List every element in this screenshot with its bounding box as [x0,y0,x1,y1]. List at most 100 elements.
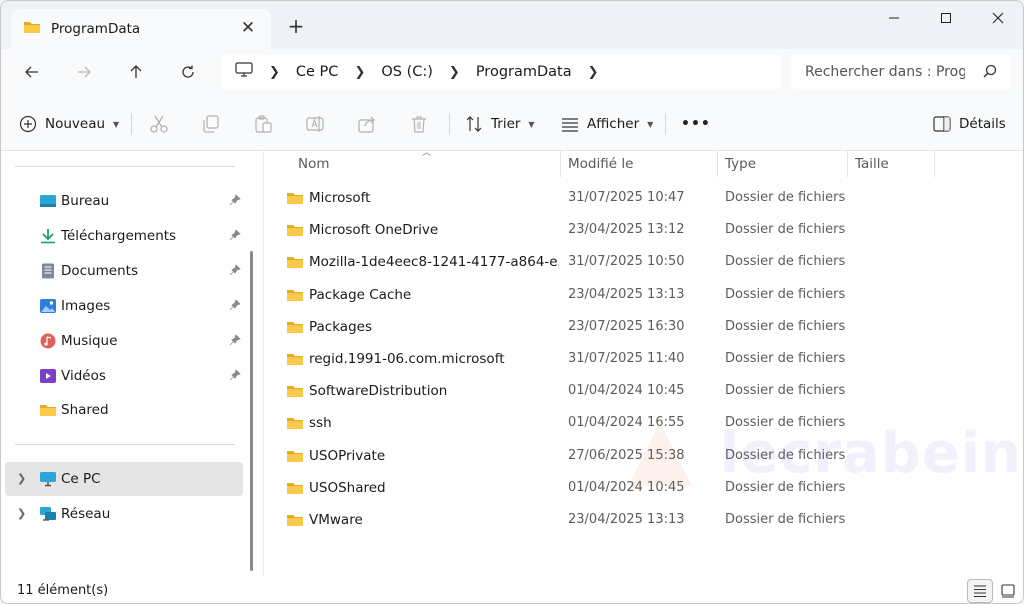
back-button[interactable] [17,59,47,85]
more-options-button[interactable]: ••• [681,111,711,137]
column-divider[interactable] [934,151,935,177]
table-row[interactable]: Package Cache 23/04/2025 13:13 Dossier de … [276,279,1016,311]
file-type: Dossier de fichiers [725,286,846,302]
breadcrumb-programdata[interactable]: ProgramData [476,64,572,80]
tiles-view-icon [1001,584,1015,598]
sidebar-item-videos[interactable]: Vidéos [5,359,243,393]
details-button[interactable]: Détails [933,111,1006,137]
new-button[interactable]: Nouveau ▼ [19,111,119,137]
rename-button[interactable] [305,111,325,137]
clipboard-icon [255,115,272,133]
column-divider[interactable] [717,151,718,177]
file-type: Dossier de fichiers [725,190,846,205]
chevron-right-icon[interactable]: ❯ [354,65,365,80]
table-row[interactable]: Mozilla-1de4eec8-1241-4177-a864-e594… 31/… [276,246,1016,278]
forward-button[interactable] [69,59,99,85]
minimize-button[interactable] [869,1,919,35]
sidebar-scrollbar[interactable] [250,251,253,571]
chevron-right-icon[interactable]: ❯ [588,65,599,80]
file-name: Package Cache [309,286,412,303]
chevron-right-icon[interactable]: ❯ [17,472,26,485]
modified-date: 01/04/2024 10:45 [568,383,685,399]
breadcrumb-ce-pc[interactable]: Ce PC [296,64,339,80]
item-count: 11 élément(s) [17,583,109,598]
pc-icon [39,471,57,487]
view-label: Afficher [587,116,640,132]
column-header-name[interactable]: Nom [298,151,330,177]
share-icon [358,116,375,133]
folder-icon [286,448,304,468]
refresh-button[interactable] [173,59,203,85]
videos-icon [39,368,57,384]
table-row[interactable]: SoftwareDistribution 01/04/2024 10:45 Doss… [276,375,1016,407]
chevron-right-icon[interactable]: ❯ [449,65,460,80]
chevron-right-icon[interactable]: ❯ [269,65,280,80]
up-button[interactable] [121,59,151,85]
details-view-button[interactable] [967,579,993,603]
search-input[interactable]: Rechercher dans : ProgramData [791,55,1011,89]
file-name: Mozilla-1de4eec8-1241-4177-a864-e594… [309,254,559,271]
chevron-down-icon: ▼ [647,119,654,129]
folder-icon [286,512,304,532]
pin-icon[interactable] [229,299,241,315]
table-row[interactable]: Microsoft 31/07/2025 10:47 Dossier de fich… [276,182,1016,214]
sidebar-item-ce-pc[interactable]: ❯ Ce PC [5,462,243,496]
chevron-right-icon[interactable]: ❯ [17,507,26,520]
sort-button[interactable]: Trier ▼ [465,111,535,137]
copy-icon [203,115,219,133]
modified-date: 31/07/2025 10:47 [568,190,685,205]
tab-programdata[interactable]: ProgramData ✕ [11,9,271,49]
paste-button[interactable] [253,111,273,137]
sidebar-item-musique[interactable]: Musique [5,324,243,358]
sidebar-item-documents[interactable]: Documents [5,254,243,288]
table-row[interactable]: regid.1991-06.com.microsoft 31/07/2025 11… [276,343,1016,375]
modified-date: 23/04/2025 13:13 [568,286,685,302]
view-lines-icon [562,118,578,132]
pin-icon[interactable] [229,264,241,280]
sidebar-item-telechargements[interactable]: Téléchargements [5,219,243,253]
pin-icon[interactable] [229,229,241,245]
folder-icon [286,254,304,274]
table-row[interactable]: USOShared 01/04/2024 10:45 Dossier de fich… [276,472,1016,504]
table-row[interactable]: VMware 23/04/2025 13:13 Dossier de fichier… [276,504,1016,536]
maximize-button[interactable] [921,1,971,35]
column-header-label: Modifié le [568,156,634,172]
pin-icon[interactable] [229,194,241,210]
address-bar[interactable]: ❯ Ce PC ❯ OS (C:) ❯ ProgramData ❯ [221,55,781,89]
sidebar-item-label: Ce PC [61,471,101,487]
table-row[interactable]: Packages 23/07/2025 16:30 Dossier de fichi… [276,311,1016,343]
column-header-size[interactable]: Taille [855,151,889,177]
table-row[interactable]: USOPrivate 27/06/2025 15:38 Dossier de fic… [276,440,1016,472]
sidebar-item-bureau[interactable]: Bureau [5,184,243,218]
modified-date: 31/07/2025 11:40 [568,351,685,366]
sort-icon [466,116,482,132]
sidebar-item-shared[interactable]: Shared [5,393,243,427]
sidebar-item-images[interactable]: Images [5,289,243,323]
share-button[interactable] [357,111,377,137]
tiles-view-button[interactable] [995,579,1021,603]
cut-button[interactable] [149,111,169,137]
close-window-button[interactable] [973,1,1023,35]
table-row[interactable]: ssh 01/04/2024 16:55 Dossier de fichiers [276,407,1016,439]
close-tab-icon[interactable]: ✕ [239,19,257,37]
search-icon[interactable] [983,64,997,82]
column-header-label: Type [725,156,757,172]
column-divider[interactable] [560,151,561,177]
column-header-type[interactable]: Type [725,151,756,177]
delete-button[interactable] [409,111,429,137]
table-row[interactable]: Microsoft OneDrive 23/04/2025 13:12 Dossie… [276,214,1016,246]
pin-icon[interactable] [229,334,241,350]
new-tab-button[interactable]: + [285,15,307,37]
file-type: Dossier de fichiers [725,383,846,399]
file-name: regid.1991-06.com.microsoft [309,351,505,367]
file-name: Microsoft OneDrive [309,222,439,239]
breadcrumb-os-c[interactable]: OS (C:) [381,64,433,80]
column-divider[interactable] [847,151,848,177]
copy-button[interactable] [201,111,221,137]
column-header-modified[interactable]: Modifié le [568,151,633,177]
modified-date: 27/06/2025 15:38 [568,447,685,463]
sidebar-item-reseau[interactable]: ❯ Réseau [5,497,243,531]
file-name: USOShared [309,479,386,496]
view-button[interactable]: Afficher ▼ [561,111,653,137]
pin-icon[interactable] [229,369,241,385]
